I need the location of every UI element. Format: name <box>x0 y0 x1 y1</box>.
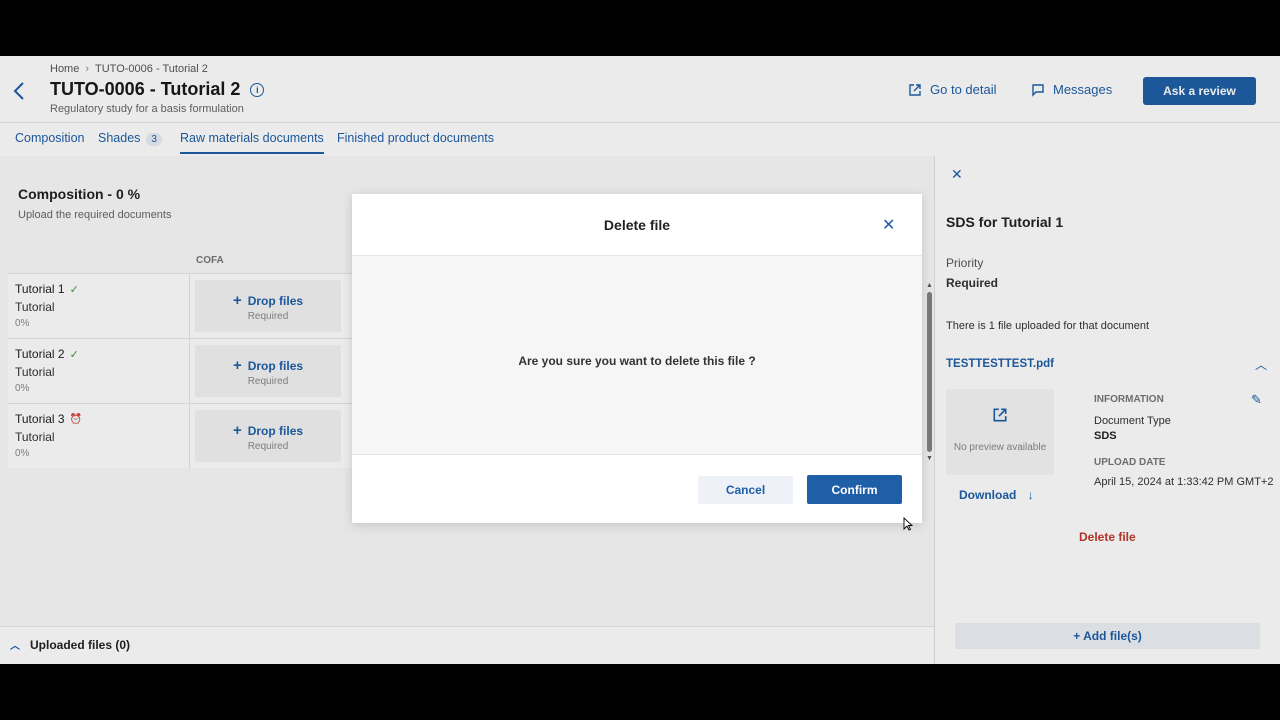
dialog-message: Are you sure you want to delete this fil… <box>518 354 756 368</box>
scroll-up-icon[interactable]: ▲ <box>926 282 933 289</box>
cancel-button[interactable]: Cancel <box>698 476 793 504</box>
dialog-body: Are you sure you want to delete this fil… <box>352 256 922 454</box>
scrollbar-thumb[interactable] <box>927 292 932 452</box>
scrollbar[interactable]: ▲ ▼ <box>926 282 933 462</box>
confirm-button[interactable]: Confirm <box>807 475 902 504</box>
app-window: Home › TUTO-0006 - Tutorial 2 TUTO-0006 … <box>0 56 1280 664</box>
dialog-header: Delete file ✕ <box>352 194 922 256</box>
scroll-down-icon[interactable]: ▼ <box>926 455 933 462</box>
dialog-title: Delete file <box>603 217 671 233</box>
dialog-footer: Cancel Confirm <box>352 454 922 523</box>
mouse-cursor-icon <box>903 517 913 531</box>
close-icon[interactable]: ✕ <box>882 215 895 235</box>
delete-file-dialog: Delete file ✕ Are you sure you want to d… <box>352 194 922 523</box>
